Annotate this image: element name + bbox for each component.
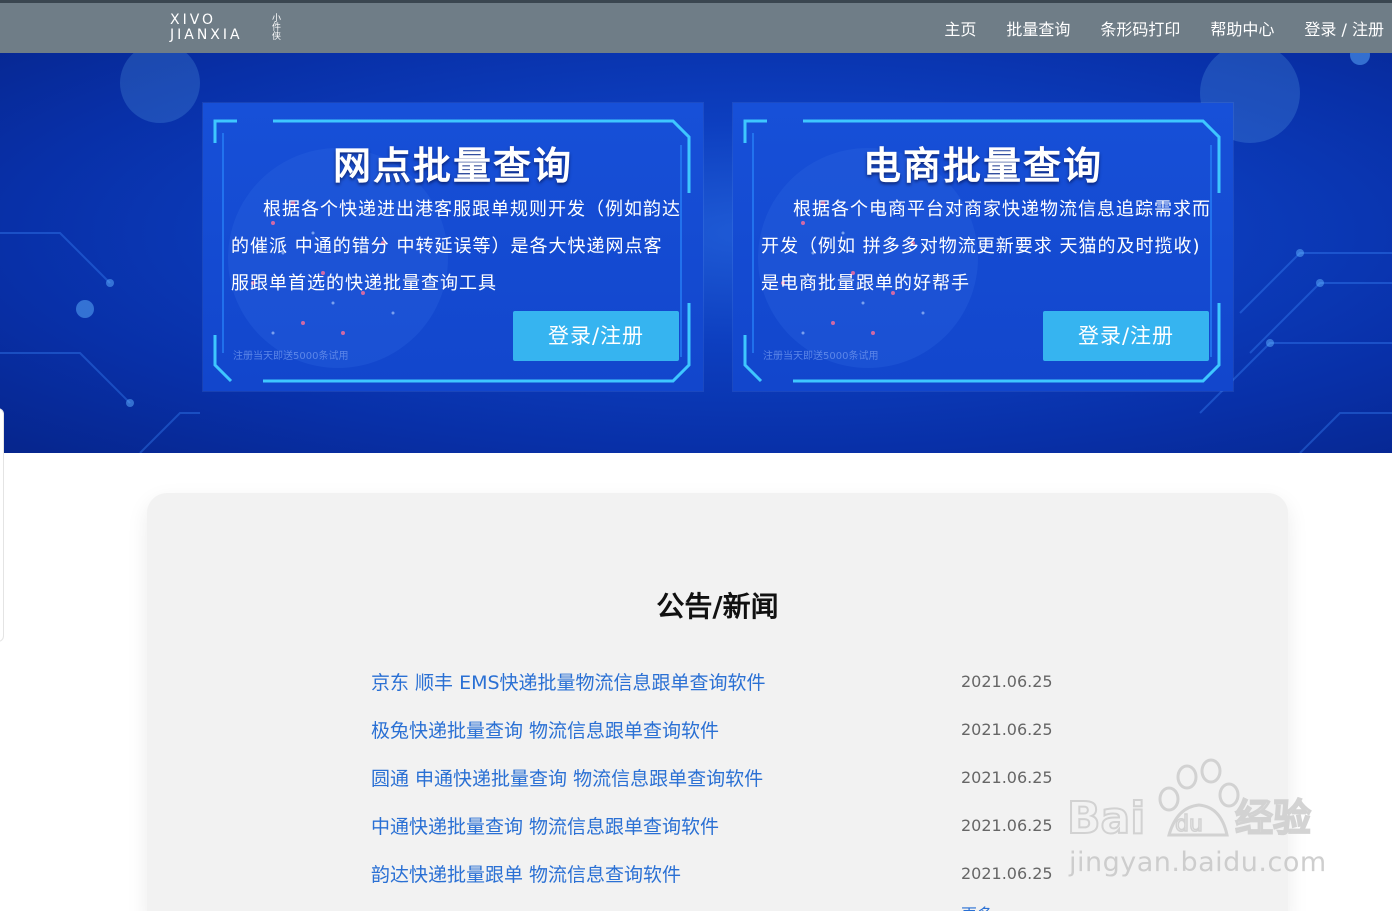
news-date: 2021.06.25 bbox=[961, 768, 1053, 787]
news-date: 2021.06.25 bbox=[961, 864, 1053, 883]
side-float-tab[interactable] bbox=[0, 408, 4, 642]
top-navbar: XIVO JIANXIA 小件侠 主页 批量查询 条形码打印 帮助中心 登录 /… bbox=[0, 0, 1392, 53]
ecommerce-query-card: 电商批量查询 根据各个电商平台对商家快递物流信息追踪需求而开发（例如 拼多多对物… bbox=[733, 103, 1233, 391]
more-news-link[interactable]: 更多 bbox=[961, 901, 993, 911]
svg-text:Bai: Bai bbox=[1067, 793, 1145, 844]
nav-item-home[interactable]: 主页 bbox=[944, 16, 976, 40]
news-link[interactable]: 极兔快递批量查询 物流信息跟单查询软件 bbox=[371, 716, 719, 743]
card-description: 根据各个电商平台对商家快递物流信息追踪需求而开发（例如 拼多多对物流更新要求 天… bbox=[761, 199, 1211, 294]
nav-item-batch-query[interactable]: 批量查询 bbox=[1006, 16, 1070, 40]
brand-logo[interactable]: XIVO JIANXIA 小件侠 bbox=[170, 13, 282, 47]
news-link[interactable]: 圆通 申通快递批量查询 物流信息跟单查询软件 bbox=[371, 764, 763, 791]
news-link[interactable]: 中通快递批量查询 物流信息跟单查询软件 bbox=[371, 812, 719, 839]
news-item: 中通快递批量查询 物流信息跟单查询软件 2021.06.25 bbox=[371, 812, 1071, 860]
nav-item-barcode-print[interactable]: 条形码打印 bbox=[1100, 16, 1180, 40]
trial-note: 注册当天即送5000条试用 bbox=[763, 351, 879, 362]
svg-text:经验: 经验 bbox=[1235, 796, 1311, 840]
news-item: 圆通 申通快递批量查询 物流信息跟单查询软件 2021.06.25 bbox=[371, 764, 1071, 812]
main-nav: 主页 批量查询 条形码打印 帮助中心 登录 / 注册 bbox=[914, 3, 1384, 53]
svg-text:du: du bbox=[1175, 812, 1203, 837]
login-register-button[interactable]: 登录/注册 bbox=[513, 311, 679, 361]
card-description: 根据各个快递进出港客服跟单规则开发（例如韵达的催派 中通的错分 中转延误等）是各… bbox=[231, 199, 681, 294]
logo-line-2: JIANXIA bbox=[170, 27, 243, 43]
news-date: 2021.06.25 bbox=[961, 816, 1053, 835]
news-date: 2021.06.25 bbox=[961, 672, 1053, 691]
card-title: 网点批量查询 bbox=[332, 144, 573, 188]
nav-item-help-center[interactable]: 帮助中心 bbox=[1210, 16, 1274, 40]
logo-line-1: XIVO bbox=[170, 12, 217, 28]
login-register-button[interactable]: 登录/注册 bbox=[1043, 311, 1209, 361]
news-title: 公告/新闻 bbox=[656, 590, 779, 623]
news-link[interactable]: 韵达快递批量跟单 物流信息查询软件 bbox=[371, 860, 681, 887]
news-link[interactable]: 京东 顺丰 EMS快递批量物流信息跟单查询软件 bbox=[371, 668, 766, 695]
nav-item-login-register[interactable]: 登录 / 注册 bbox=[1304, 16, 1384, 40]
trial-note: 注册当天即送5000条试用 bbox=[233, 351, 349, 362]
outlet-query-card: 网点批量查询 根据各个快递进出港客服跟单规则开发（例如韵达的催派 中通的错分 中… bbox=[203, 103, 703, 391]
baidu-paw-logo-icon: Bai du 经验 bbox=[1066, 758, 1312, 845]
news-list: 京东 顺丰 EMS快递批量物流信息跟单查询软件 2021.06.25 极兔快递批… bbox=[371, 668, 1071, 908]
watermark-url: jingyan.baidu.com bbox=[1069, 847, 1327, 878]
hero-banner: 网点批量查询 根据各个快递进出港客服跟单规则开发（例如韵达的催派 中通的错分 中… bbox=[0, 53, 1392, 453]
baidu-watermark: Bai du 经验 jingyan.baidu.com bbox=[1065, 755, 1326, 885]
news-item: 京东 顺丰 EMS快递批量物流信息跟单查询软件 2021.06.25 bbox=[371, 668, 1071, 716]
logo-wordmark: XIVO JIANXIA bbox=[170, 13, 262, 43]
news-date: 2021.06.25 bbox=[961, 720, 1053, 739]
logo-chinese-name: 小件侠 bbox=[270, 13, 280, 40]
card-title: 电商批量查询 bbox=[862, 144, 1103, 188]
news-item: 极兔快递批量查询 物流信息跟单查询软件 2021.06.25 bbox=[371, 716, 1071, 764]
